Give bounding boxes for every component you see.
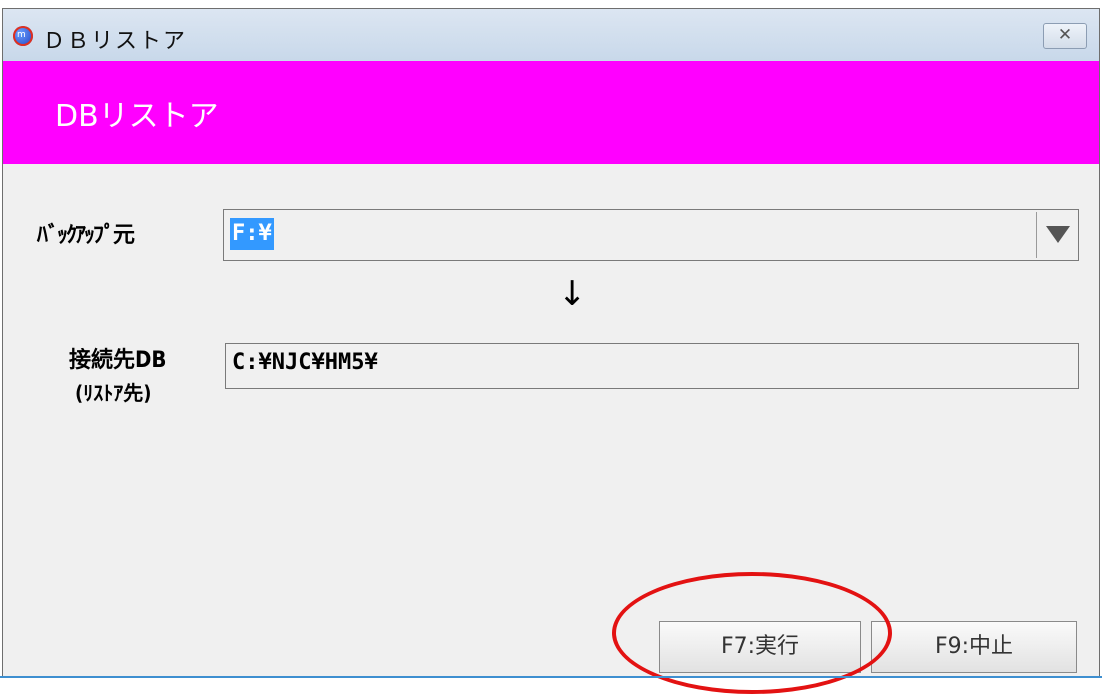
- destination-db-label: 接続先DB: [69, 348, 167, 373]
- close-button[interactable]: ✕: [1043, 23, 1087, 49]
- banner-title: DBリストア: [55, 99, 219, 134]
- window-title: ＤＢリストア: [43, 29, 188, 54]
- destination-sublabel: (ﾘｽﾄｱ先): [75, 381, 152, 405]
- chevron-down-icon: [1046, 226, 1070, 243]
- window-bottom-border: [0, 676, 1102, 678]
- backup-source-value[interactable]: F:¥: [230, 218, 274, 250]
- dropdown-button[interactable]: [1036, 212, 1077, 258]
- restore-dialog: m ＤＢリストア ✕ DBリストア ﾊﾞｯｸｱｯﾌﾟ元 F:¥ ↓ 接続先DB …: [2, 8, 1100, 678]
- destination-db-field: C:¥NJC¥HM5¥: [225, 343, 1079, 389]
- down-arrow-icon: ↓: [558, 274, 587, 314]
- close-icon: ✕: [1057, 25, 1073, 45]
- destination-db-value: C:¥NJC¥HM5¥: [232, 350, 378, 375]
- header-banner: DBリストア: [3, 61, 1099, 164]
- run-button[interactable]: F7:実行: [659, 621, 861, 673]
- backup-source-dropdown[interactable]: F:¥: [223, 209, 1079, 261]
- app-icon: m: [13, 26, 33, 46]
- cancel-button[interactable]: F9:中止: [871, 621, 1077, 673]
- backup-source-label: ﾊﾞｯｸｱｯﾌﾟ元: [37, 223, 135, 248]
- title-bar: m ＤＢリストア ✕: [3, 9, 1099, 61]
